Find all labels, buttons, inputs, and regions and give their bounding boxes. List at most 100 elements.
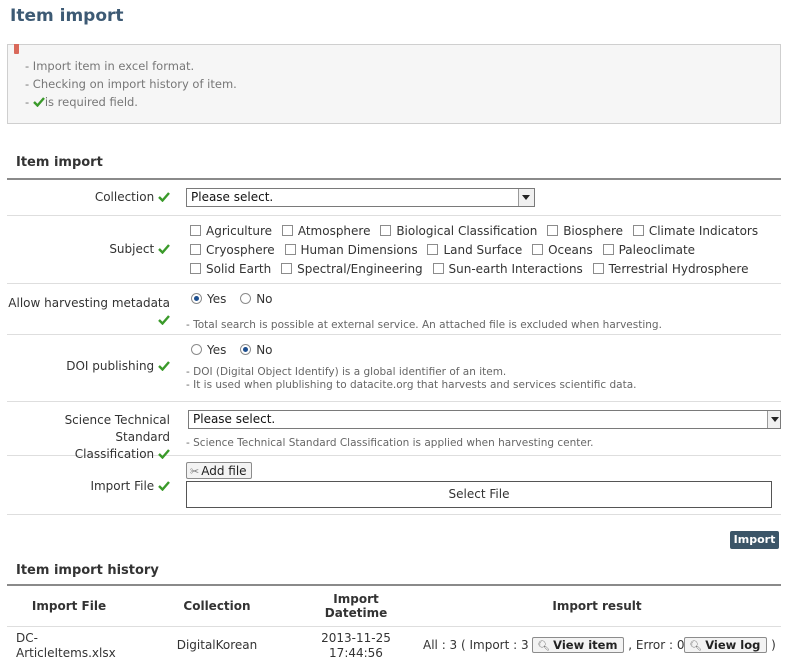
standard-select[interactable]: Please select. [188,410,781,429]
notice-line: - Checking on import history of item. [25,77,237,91]
standard-select-value: Please select. [193,412,276,426]
add-file-button[interactable]: ✂ Add file [186,462,252,479]
checkbox[interactable] [281,225,293,236]
standard-row: Science Technical Standard Classification… [7,402,781,461]
checkbox[interactable] [190,263,201,274]
subject-line-3: Solid Earth Spectral/Engineering Sun-ear… [190,262,754,276]
checkbox[interactable] [532,244,544,255]
result-prefix: All : 3 ( Import : 3 [423,638,529,652]
subject-option[interactable]: Terrestrial Hydrosphere [592,262,748,276]
doi-label-text: DOI publishing [66,359,155,373]
header-import-result: Import result [552,599,642,613]
check-icon [158,361,170,371]
checkbox[interactable] [190,225,201,236]
subject-option[interactable]: Atmosphere [281,224,370,238]
subject-option[interactable]: Human Dimensions [284,243,418,257]
harvesting-yes-option[interactable]: Yes [191,292,226,306]
notice-line: - Import item in excel format. [25,59,195,73]
select-file-dropzone[interactable]: Select File [186,481,772,508]
doi-help-2: - It is used when plublishing to datacit… [186,379,637,391]
subject-option[interactable]: Solid Earth [190,262,271,276]
doi-help-1: - DOI (Digital Object Identify) is a glo… [186,366,507,378]
subject-option[interactable]: Sun-earth Interactions [432,262,583,276]
view-log-label: View log [705,638,761,652]
magnifier-icon: 🔍︎ [537,641,551,652]
doi-no-option[interactable]: No [240,343,273,357]
view-log-button[interactable]: 🔍︎ View log [684,637,768,653]
subject-option-label: Sun-earth Interactions [448,262,583,276]
subject-option-label: Spectral/Engineering [297,262,423,276]
subject-option[interactable]: Agriculture [190,224,272,238]
table-row: DC- ArticleItems.xlsx DigitalKorean 2013-… [7,627,781,667]
subject-row: Subject Agriculture Atmosphere Biologica… [7,216,781,284]
subject-option[interactable]: Cryosphere [190,243,275,257]
notice-required-text: is required field. [44,95,138,109]
subject-option[interactable]: Biosphere [547,224,623,238]
checkbox[interactable] [592,263,604,274]
subject-option[interactable]: Land Surface [427,243,522,257]
checkbox[interactable] [284,244,296,255]
check-icon [158,481,170,491]
import-file-label: Import File [7,478,170,495]
row-file-line1: DC- [16,631,38,645]
row-file-line2: ArticleItems.xlsx [16,646,116,660]
check-icon [158,315,170,325]
paperclip-icon: ✂ [190,465,200,478]
history-table-header: Import File Collection Import Datetime Im… [7,586,781,627]
standard-help: - Science Technical Standard Classificat… [186,437,594,449]
subject-label-text: Subject [109,242,155,256]
checkbox[interactable] [427,244,439,255]
checkbox[interactable] [380,225,392,236]
checkbox[interactable] [602,244,614,255]
radio-button[interactable] [191,344,202,355]
collection-select[interactable]: Please select. [186,188,535,207]
subject-option[interactable]: Spectral/Engineering [281,262,423,276]
magnifier-icon: 🔍︎ [689,641,703,652]
check-icon [158,192,170,202]
radio-button[interactable] [240,344,252,355]
import-section-title: Item import [16,155,103,170]
checkbox[interactable] [632,225,644,236]
page-title: Item import [10,6,124,26]
standard-label-line1: Science Technical Standard [64,413,170,444]
subject-option-label: Solid Earth [206,262,272,276]
result-mid: , Error : 0 [628,638,685,652]
import-file-row: Import File ✂ Add file Select File [7,456,781,515]
row-import-file: DC- ArticleItems.xlsx [16,631,116,661]
doi-label: DOI publishing [7,358,170,375]
harvesting-row: Allow harvesting metadata Yes No - Total… [7,284,781,335]
checkbox[interactable] [547,225,559,236]
row-datetime: 2013-11-25 17:44:56 [297,631,415,661]
harvesting-label-text: Allow harvesting metadata [8,296,170,310]
header-datetime-line2: Datetime [324,606,388,620]
check-icon [158,244,170,254]
import-button[interactable]: Import [730,531,779,549]
checkbox[interactable] [190,244,201,255]
subject-option[interactable]: Climate Indicators [632,224,758,238]
subject-option-label: Biosphere [563,224,624,238]
subject-option[interactable]: Paleoclimate [602,243,695,257]
radio-button[interactable] [240,293,252,304]
radio-button[interactable] [191,293,202,304]
result-suffix: ) [771,638,776,652]
chevron-down-icon[interactable] [767,411,780,428]
subject-option-label: Cryosphere [206,243,275,257]
collection-select-value: Please select. [191,190,274,204]
subject-option[interactable]: Biological Classification [380,224,537,238]
subject-option-label: Human Dimensions [300,243,418,257]
harvesting-no-option[interactable]: No [240,292,273,306]
doi-yes-option[interactable]: Yes [191,343,226,357]
chevron-down-icon[interactable] [518,189,534,206]
radio-label: Yes [207,343,227,357]
doi-radio-group: Yes No [191,343,283,357]
notice-list: - Import item in excel format. - Checkin… [25,57,237,111]
checkbox[interactable] [432,263,444,274]
radio-label: Yes [207,292,227,306]
subject-option-label: Biological Classification [396,224,538,238]
view-item-button[interactable]: 🔍︎ View item [532,637,625,653]
notice-line-required: - is required field. [25,93,237,111]
checkbox[interactable] [281,263,293,274]
subject-option[interactable]: Oceans [532,243,593,257]
header-datetime-line1: Import [333,592,379,606]
row-time: 17:44:56 [329,646,383,660]
